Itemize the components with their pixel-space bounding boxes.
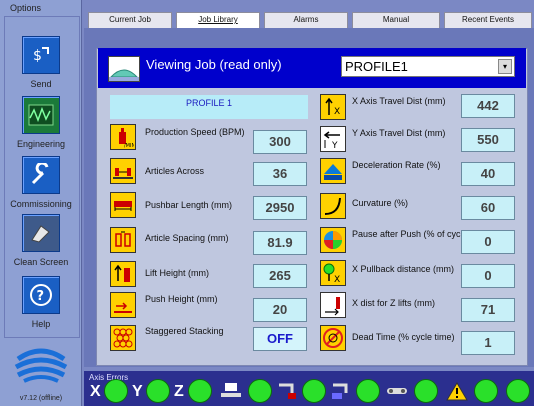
conveyor-icon — [221, 383, 241, 397]
pause-after-push-value[interactable]: 0 — [461, 230, 515, 254]
pushbar-length-icon — [110, 192, 136, 218]
clean-screen-button[interactable]: Clean Screen — [0, 214, 82, 267]
axis-z-letter: Z — [174, 383, 184, 400]
engineering-button[interactable]: Engineering — [0, 96, 82, 149]
chevron-down-icon[interactable]: ▾ — [498, 59, 512, 74]
help-icon: ? — [22, 276, 60, 314]
dead-time-label: Dead Time (% cycle time) — [352, 332, 455, 342]
general-status-light — [506, 379, 530, 403]
x-axis-travel-label: X Axis Travel Dist (mm) — [352, 96, 446, 106]
axis-y-status-light — [146, 379, 170, 403]
pause-after-push-icon — [320, 227, 346, 253]
curvature-icon — [320, 193, 346, 219]
header-title: Viewing Job (read only) — [146, 57, 282, 72]
curvature-value[interactable]: 60 — [461, 196, 515, 220]
svg-text:X: X — [334, 275, 340, 284]
staggered-stacking-label: Staggered Stacking — [145, 326, 224, 336]
x-axis-travel-value[interactable]: 442 — [461, 94, 515, 118]
options-sidebar: Options $ Send Engineering Commissioning… — [0, 0, 82, 406]
y-axis-travel-icon: Y — [320, 126, 346, 152]
conveyor-status-light — [248, 379, 272, 403]
engineering-icon — [22, 96, 60, 134]
axis-y-letter: Y — [132, 383, 143, 400]
profile-name-box: PROFILE 1 — [110, 95, 308, 119]
push-height-label: Push Height (mm) — [145, 294, 218, 304]
belt-status-light — [414, 379, 438, 403]
x-axis-travel-icon: X — [320, 94, 346, 120]
deceleration-rate-icon — [320, 158, 346, 184]
tab-manual[interactable]: Manual — [352, 12, 440, 28]
pusher-icon — [279, 383, 296, 399]
staggered-stacking-icon — [110, 325, 136, 351]
clean-screen-icon — [22, 214, 60, 252]
help-label: Help — [31, 319, 51, 329]
company-logo — [14, 348, 68, 383]
version-label: v7.12 (offline) — [19, 395, 63, 402]
axis-x-status-light — [104, 379, 128, 403]
tab-recent-events[interactable]: Recent Events — [444, 12, 532, 28]
pusher-status-light — [302, 379, 326, 403]
x-dist-z-lifts-value[interactable]: 71 — [461, 298, 515, 322]
commissioning-label: Commissioning — [10, 199, 72, 209]
lift-height-icon — [110, 261, 136, 287]
svg-text:/MIN: /MIN — [124, 143, 134, 148]
article-spacing-icon — [110, 227, 136, 253]
articles-across-label: Articles Across — [145, 166, 205, 176]
production-speed-label: Production Speed (BPM) — [145, 127, 245, 137]
send-icon: $ — [22, 36, 60, 74]
x-pullback-icon: X — [320, 260, 346, 286]
belt-icon — [387, 388, 407, 394]
articles-across-value[interactable]: 36 — [253, 162, 307, 186]
tab-job-library[interactable]: Job Library — [176, 12, 260, 29]
engineering-label: Engineering — [16, 139, 66, 149]
dead-time-icon — [320, 325, 346, 351]
help-button[interactable]: ? Help — [0, 276, 82, 329]
svg-text:?: ? — [37, 289, 45, 304]
x-pullback-label: X Pullback distance (mm) — [352, 264, 455, 274]
x-pullback-value[interactable]: 0 — [461, 264, 515, 288]
job-select-value: PROFILE1 — [345, 59, 408, 74]
svg-text:X: X — [334, 107, 340, 117]
y-axis-travel-value[interactable]: 550 — [461, 128, 515, 152]
commissioning-icon — [22, 156, 60, 194]
x-dist-z-lifts-icon — [320, 292, 346, 318]
warning-icon — [446, 382, 468, 401]
send-label: Send — [30, 79, 52, 89]
clean-screen-label: Clean Screen — [13, 257, 69, 267]
tab-current-job[interactable]: Current Job — [88, 12, 172, 28]
push-height-icon — [110, 292, 136, 318]
axis-z-status-light — [188, 379, 212, 403]
y-axis-travel-label: Y Axis Travel Dist (mm) — [352, 128, 446, 138]
svg-text:$: $ — [33, 48, 42, 64]
transfer-status-light — [356, 379, 380, 403]
warning-status-light — [474, 379, 498, 403]
article-spacing-label: Article Spacing (mm) — [145, 233, 229, 243]
job-view-icon — [108, 56, 140, 82]
push-height-value[interactable]: 20 — [253, 298, 307, 322]
send-button[interactable]: $ Send — [0, 36, 82, 89]
production-speed-icon: /MIN — [110, 124, 136, 150]
articles-across-icon — [110, 158, 136, 184]
options-label: Options — [8, 3, 44, 13]
lift-height-value[interactable]: 265 — [253, 264, 307, 288]
axis-x-letter: X — [90, 383, 101, 400]
tab-alarms[interactable]: Alarms — [264, 12, 348, 28]
x-dist-z-lifts-label: X dist for Z lifts (mm) — [352, 298, 435, 308]
curvature-label: Curvature (%) — [352, 198, 409, 208]
svg-text:Y: Y — [331, 141, 338, 150]
transfer-icon — [332, 383, 348, 399]
commissioning-button[interactable]: Commissioning — [0, 156, 82, 209]
production-speed-value[interactable]: 300 — [253, 130, 307, 154]
deceleration-rate-label: Deceleration Rate (%) — [352, 160, 441, 170]
pushbar-length-value[interactable]: 2950 — [253, 196, 307, 220]
deceleration-rate-value[interactable]: 40 — [461, 162, 515, 186]
dead-time-value[interactable]: 1 — [461, 331, 515, 355]
pushbar-length-label: Pushbar Length (mm) — [145, 200, 233, 210]
job-select[interactable]: PROFILE1 ▾ — [341, 56, 515, 77]
staggered-stacking-value[interactable]: OFF — [253, 327, 307, 351]
tab-bar: Current Job Job Library Alarms Manual Re… — [84, 12, 534, 29]
article-spacing-value[interactable]: 81.9 — [253, 231, 307, 255]
lift-height-label: Lift Height (mm) — [145, 268, 210, 278]
